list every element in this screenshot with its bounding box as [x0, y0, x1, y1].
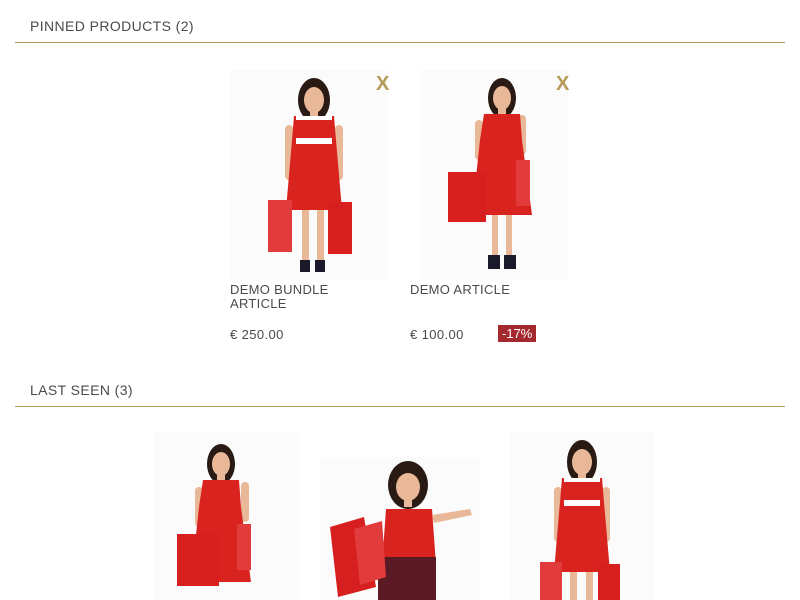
- last-seen-product-image[interactable]: [510, 432, 655, 600]
- product-image[interactable]: [230, 70, 388, 280]
- pinned-product-card: X DEMO ARTICLE € 100.00 -17%: [410, 70, 580, 350]
- pinned-products-title: PINNED PRODUCTS (2): [30, 18, 194, 34]
- product-name[interactable]: DEMO ARTICLE: [410, 283, 560, 297]
- remove-pinned-button[interactable]: X: [556, 74, 569, 94]
- page: PINNED PRODUCTS (2) X DEMO BUNDLE ARTICL…: [0, 0, 800, 600]
- pinned-product-card: X DEMO BUNDLE ARTICLE € 250.00: [230, 70, 400, 350]
- discount-badge: -17%: [498, 325, 537, 342]
- product-name[interactable]: DEMO BUNDLE ARTICLE: [230, 283, 380, 311]
- last-seen-title: LAST SEEN (3): [30, 382, 133, 398]
- product-image[interactable]: [420, 70, 568, 280]
- last-seen-header: LAST SEEN (3): [15, 370, 785, 407]
- remove-pinned-button[interactable]: X: [376, 74, 389, 94]
- last-seen-product-image[interactable]: [320, 457, 480, 600]
- last-seen-product-image[interactable]: [155, 432, 300, 600]
- product-price: € 250.00: [230, 327, 284, 342]
- product-price: € 100.00: [410, 327, 464, 342]
- pinned-products-header: PINNED PRODUCTS (2): [15, 0, 785, 43]
